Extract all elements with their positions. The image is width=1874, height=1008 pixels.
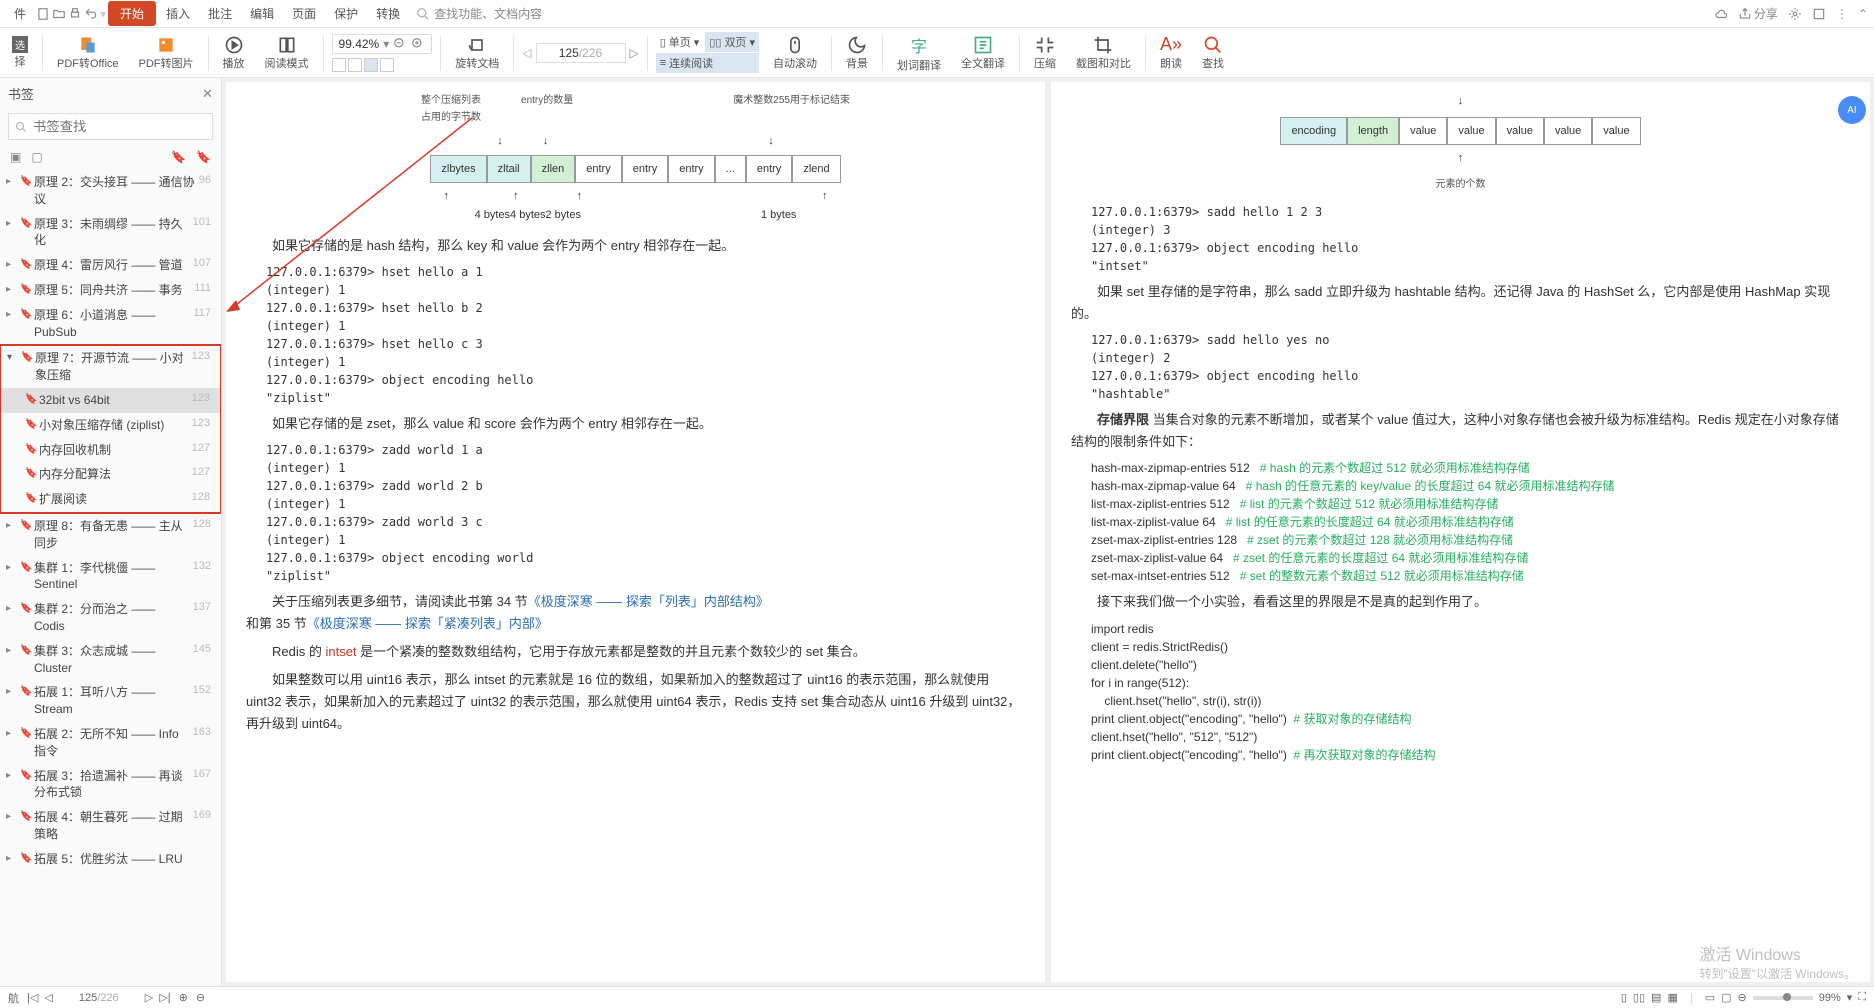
translate-icon xyxy=(973,35,993,55)
share-label[interactable]: 分享 xyxy=(1754,5,1778,22)
page-nav[interactable]: ◁ 125/226 ▷ xyxy=(522,43,638,63)
menu-file[interactable]: 件 xyxy=(6,1,34,26)
menu-convert[interactable]: 转换 xyxy=(368,1,408,26)
fullscreen-icon[interactable]: ⛶ xyxy=(1858,991,1866,1004)
bookmark-item[interactable]: ▸🔖原理 3：未雨绸缪 —— 持久化101 xyxy=(0,212,221,254)
select-group[interactable]: 选择 xyxy=(6,36,34,69)
gear-icon[interactable] xyxy=(1788,7,1802,21)
zoom-in-icon[interactable] xyxy=(411,37,425,51)
window-icon[interactable] xyxy=(1812,7,1826,21)
scroll-icon xyxy=(785,35,805,55)
compress-icon xyxy=(1035,35,1055,55)
huaci-btn[interactable]: 字划词翻译 xyxy=(891,33,947,73)
double-page-btn[interactable]: ▯▯ 双页 ▾ xyxy=(705,32,759,52)
menu-annot[interactable]: 批注 xyxy=(200,1,240,26)
cloud-icon[interactable] xyxy=(1714,7,1728,21)
view-double-icon[interactable]: ▯▯ xyxy=(1633,991,1645,1004)
view-grid-icon[interactable]: ▦ xyxy=(1667,991,1677,1004)
status-page-nav[interactable]: |◁◁ 125/226 ▷▷| xyxy=(27,991,171,1004)
menu-insert[interactable]: 插入 xyxy=(158,1,198,26)
sidebar-title: 书签 xyxy=(8,84,34,103)
menubar: 件 ▾ 开始 插入 批注 编辑 页面 保护 转换 查找功能、文档内容 分享 ⋮ … xyxy=(0,0,1874,28)
read-mode-btn[interactable]: 阅读模式 xyxy=(259,35,315,71)
zoom-out-icon[interactable] xyxy=(393,37,407,51)
status-add-icon[interactable]: ⊕ xyxy=(179,991,188,1004)
pdf-page-left: 整个压缩列表 占用的字节数 entry的数量 魔术整数255用于标记结束 ↓↓↓… xyxy=(226,82,1045,982)
fulltrans-btn[interactable]: 全文翻译 xyxy=(955,35,1011,71)
fit-width-icon[interactable]: ▭ xyxy=(1705,991,1715,1004)
bookmark-item[interactable]: ▸🔖拓展 2：无所不知 —— Info 指令163 xyxy=(0,722,221,764)
single-page-btn[interactable]: ▯ 单页 ▾ xyxy=(656,32,704,52)
bookmark-child[interactable]: 🔖内存回收机制127 xyxy=(1,438,220,463)
rotate-icon xyxy=(467,35,487,55)
bookmark-item[interactable]: ▸🔖拓展 5：优胜劣汰 —— LRU xyxy=(0,847,221,872)
folder-icon[interactable] xyxy=(52,7,66,21)
pdf-office-icon xyxy=(78,35,98,55)
bookmark-item[interactable]: ▸🔖拓展 4：朝生暮死 —— 过期策略169 xyxy=(0,805,221,847)
search-icon[interactable] xyxy=(416,7,430,21)
continuous-btn[interactable]: ≡ 连续阅读 xyxy=(656,53,759,73)
bookmark-item[interactable]: ▸🔖原理 4：雷厉风行 —— 管道107 xyxy=(0,253,221,278)
bookmark-child[interactable]: 🔖32bit vs 64bit123 xyxy=(1,388,220,413)
fit-page-icon[interactable]: ▢ xyxy=(1721,991,1731,1004)
close-sidebar-icon[interactable]: ✕ xyxy=(202,86,213,102)
play-btn[interactable]: 播放 xyxy=(217,35,251,71)
book-icon xyxy=(277,35,297,55)
zoom-out-status[interactable]: ⊖ xyxy=(1738,991,1747,1004)
status-minus-icon[interactable]: ⊖ xyxy=(196,991,205,1004)
find-btn[interactable]: 查找 xyxy=(1196,35,1230,71)
ribbon: 选择 PDF转Office PDF转图片 播放 阅读模式 99.42% ▾ 旋转… xyxy=(0,28,1874,78)
bookmark-item[interactable]: ▸🔖原理 6：小道消息 —— PubSub117 xyxy=(0,303,221,345)
sidebar-tools[interactable]: ▣▢🔖🔖 xyxy=(0,144,221,170)
menu-page[interactable]: 页面 xyxy=(284,1,324,26)
bookmark-item[interactable]: ▸🔖原理 2：交头接耳 —— 通信协议96 xyxy=(0,170,221,212)
menu-edit[interactable]: 编辑 xyxy=(242,1,282,26)
bookmark-child[interactable]: 🔖小对象压缩存储 (ziplist)123 xyxy=(1,413,220,438)
bookmark-item[interactable]: ▸🔖集群 3：众志成城 —— Cluster145 xyxy=(0,639,221,681)
crop-btn[interactable]: 截图和对比 xyxy=(1070,35,1137,71)
share-icon[interactable] xyxy=(1738,7,1752,21)
print-icon[interactable] xyxy=(68,7,82,21)
view-single-icon[interactable]: ▯ xyxy=(1621,991,1627,1004)
menu-protect[interactable]: 保护 xyxy=(326,1,366,26)
find-icon xyxy=(1203,35,1223,55)
autoscroll-btn[interactable]: 自动滚动 xyxy=(767,35,823,71)
menu-start[interactable]: 开始 xyxy=(108,1,156,26)
zoom-level[interactable]: 99% xyxy=(1819,992,1841,1004)
zoom-box[interactable]: 99.42% ▾ xyxy=(332,34,433,54)
pdf-to-office[interactable]: PDF转Office xyxy=(51,35,125,71)
pdf-page-right: ↓ encodinglengthvaluevaluevaluevaluevalu… xyxy=(1051,82,1870,982)
bg-btn[interactable]: 背景 xyxy=(840,35,874,71)
nav-label: 航 xyxy=(8,990,19,1006)
search-placeholder[interactable]: 查找功能、文档内容 xyxy=(434,5,542,22)
doc-icon[interactable] xyxy=(36,7,50,21)
rotate-btn[interactable]: 旋转文档 xyxy=(449,35,505,71)
bookmark-child[interactable]: 🔖扩展阅读128 xyxy=(1,487,220,512)
crop-icon xyxy=(1093,35,1113,55)
ai-assistant-button[interactable]: AI xyxy=(1838,96,1866,124)
bookmark-item[interactable]: ▸🔖原理 8：有备无患 —— 主从同步128 xyxy=(0,514,221,556)
undo-icon[interactable] xyxy=(84,7,98,21)
bookmark-item[interactable]: ▸🔖集群 2：分而治之 —— Codis137 xyxy=(0,597,221,639)
sidebar: 书签 ✕ ▣▢🔖🔖 ▸🔖原理 2：交头接耳 —— 通信协议96▸🔖原理 3：未雨绸… xyxy=(0,78,222,986)
bookmark-item[interactable]: ▸🔖拓展 3：拾遗漏补 —— 再谈分布式锁167 xyxy=(0,764,221,806)
bookmark-search-input[interactable] xyxy=(8,113,213,140)
fit-icons[interactable] xyxy=(332,58,433,72)
bookmark-item[interactable]: ▾🔖原理 7：开源节流 —— 小对象压缩123 xyxy=(1,346,220,388)
bookmark-item[interactable]: ▸🔖原理 5：同舟共济 —— 事务111 xyxy=(0,278,221,303)
play-icon xyxy=(224,35,244,55)
bookmark-item[interactable]: ▸🔖集群 1：李代桃僵 —— Sentinel132 xyxy=(0,556,221,598)
pdf-to-image[interactable]: PDF转图片 xyxy=(133,35,200,71)
bookmark-item[interactable]: ▸🔖拓展 1：耳听八方 —— Stream152 xyxy=(0,680,221,722)
statusbar: 航 |◁◁ 125/226 ▷▷| ⊕ ⊖ ▯ ▯▯ ▤ ▦ | ▭ ▢ ⊖ 9… xyxy=(0,986,1874,1008)
moon-icon xyxy=(847,35,867,55)
bookmark-child[interactable]: 🔖内存分配算法127 xyxy=(1,462,220,487)
compress-btn[interactable]: 压缩 xyxy=(1028,35,1062,71)
pdf-img-icon xyxy=(156,35,176,55)
view-cont-icon[interactable]: ▤ xyxy=(1651,991,1661,1004)
speak-btn[interactable]: A»朗读 xyxy=(1154,34,1188,71)
